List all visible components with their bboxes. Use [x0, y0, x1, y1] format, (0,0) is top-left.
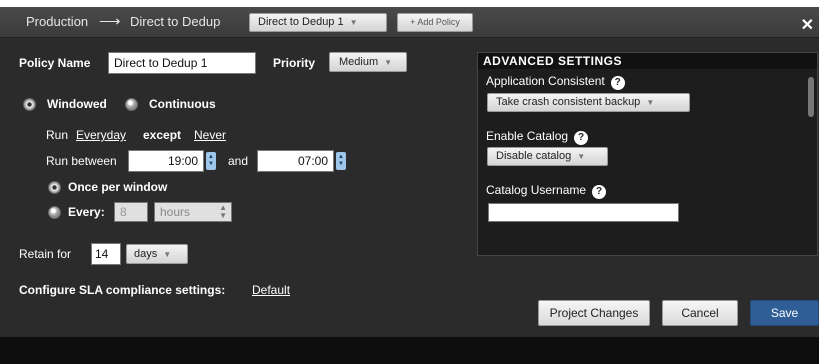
cancel-button[interactable]: Cancel [662, 300, 738, 326]
enable-catalog-row: Enable Catalog? [486, 129, 589, 145]
unit-stepper-icon: ▲ ▼ [219, 203, 227, 220]
continuous-label: Continuous [149, 97, 216, 111]
app-consistent-row: Application Consistent? [486, 74, 625, 90]
once-per-window-label: Once per window [68, 180, 168, 194]
once-per-window-radio[interactable] [48, 181, 61, 194]
priority-value: Medium [339, 56, 379, 68]
policy-name-label: Policy Name [19, 56, 91, 70]
start-time-stepper-icon[interactable]: ▲ ▼ [206, 152, 216, 170]
chevron-down-icon: ▼ [646, 98, 655, 107]
breadcrumb-direct-to-dedup: Direct to Dedup [130, 14, 221, 29]
every-value-input[interactable]: 8 [114, 202, 148, 222]
sla-label: Configure SLA compliance settings: [19, 283, 226, 297]
retain-value: 14 [95, 247, 109, 261]
close-icon[interactable]: ✕ [801, 15, 814, 35]
windowed-radio[interactable] [23, 98, 36, 111]
project-changes-button[interactable]: Project Changes [538, 300, 650, 326]
save-button[interactable]: Save [750, 300, 819, 326]
end-time-value: 07:00 [297, 154, 328, 168]
retain-unit-dropdown[interactable]: days ▼ [126, 244, 188, 264]
advanced-settings-title: ADVANCED SETTINGS [478, 53, 817, 69]
advanced-scrollbar[interactable] [808, 77, 814, 117]
enable-catalog-dropdown[interactable]: Disable catalog ▼ [487, 147, 608, 166]
chevron-down-icon: ▼ [163, 250, 172, 259]
retain-for-label: Retain for [19, 247, 72, 261]
and-label: and [228, 154, 249, 168]
except-never-link[interactable]: Never [194, 128, 226, 142]
policy-select-dropdown[interactable]: Direct to Dedup 1 ▼ [249, 13, 387, 32]
breadcrumb-production[interactable]: Production [26, 14, 88, 29]
app-consistent-label: Application Consistent [486, 74, 605, 88]
policy-name-input[interactable]: Direct to Dedup 1 [108, 52, 256, 74]
bottom-bar [0, 337, 819, 364]
every-radio[interactable] [48, 206, 61, 219]
chevron-down-icon: ▼ [577, 152, 586, 161]
every-unit-value: hours [160, 205, 191, 219]
continuous-radio[interactable] [125, 98, 138, 111]
sla-default-link[interactable]: Default [252, 283, 290, 297]
breadcrumb-arrow-icon: ⟶ [99, 13, 121, 30]
chevron-down-icon: ▼ [384, 58, 393, 67]
priority-label: Priority [273, 56, 316, 70]
policy-name-value: Direct to Dedup 1 [114, 56, 208, 70]
help-icon[interactable]: ? [574, 131, 589, 145]
help-icon[interactable]: ? [592, 185, 607, 199]
start-time-input[interactable]: 19:00 [128, 150, 204, 172]
priority-dropdown[interactable]: Medium ▼ [329, 52, 407, 72]
catalog-username-input[interactable] [488, 203, 679, 222]
every-unit-select[interactable]: hours ▲ ▼ [154, 202, 232, 222]
run-label: Run [46, 128, 69, 142]
retain-unit-value: days [134, 248, 158, 260]
catalog-username-label: Catalog Username [486, 183, 587, 197]
add-policy-button[interactable]: + Add Policy [397, 13, 473, 32]
advanced-settings-panel: ADVANCED SETTINGS Application Consistent… [477, 52, 818, 256]
help-icon[interactable]: ? [610, 76, 625, 90]
policy-select-value: Direct to Dedup 1 [258, 16, 344, 28]
windowed-label: Windowed [47, 97, 107, 111]
enable-catalog-label: Enable Catalog [486, 129, 569, 143]
retain-value-input[interactable]: 14 [91, 243, 121, 265]
app-consistent-value: Take crash consistent backup [496, 96, 641, 108]
end-time-stepper-icon[interactable]: ▲ ▼ [336, 152, 346, 170]
every-value: 8 [120, 205, 127, 219]
end-time-input[interactable]: 07:00 [257, 150, 334, 172]
chevron-down-icon: ▼ [349, 18, 358, 27]
run-everyday-link[interactable]: Everyday [76, 128, 126, 142]
dialog-titlebar: Production ⟶ Direct to Dedup Direct to D… [0, 7, 819, 38]
enable-catalog-value: Disable catalog [496, 150, 572, 162]
top-strip [0, 0, 819, 7]
every-label: Every: [68, 205, 105, 219]
run-between-label: Run between [46, 154, 117, 168]
app-consistent-dropdown[interactable]: Take crash consistent backup ▼ [487, 93, 690, 112]
except-label: except [143, 128, 182, 142]
start-time-value: 19:00 [167, 154, 198, 168]
catalog-username-row: Catalog Username? [486, 183, 607, 199]
